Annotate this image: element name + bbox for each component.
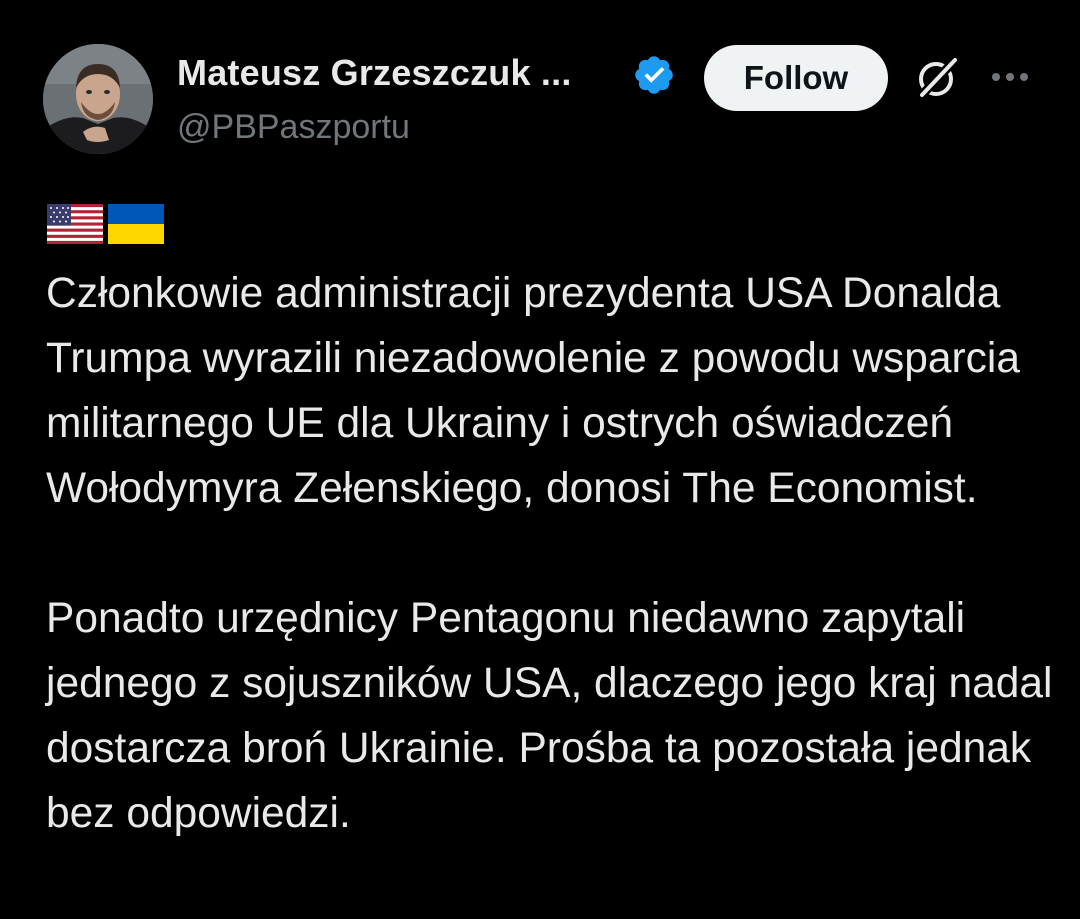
tweet-paragraph-1: Członkowie administracji prezydenta USA …	[46, 270, 1021, 512]
avatar-photo-icon	[43, 44, 153, 154]
tweet-header: Mateusz Grzeszczuk ... @PBPaszportu Foll…	[0, 0, 1080, 170]
more-options-icon[interactable]	[988, 65, 1032, 89]
grok-icon[interactable]	[912, 53, 962, 103]
author-handle[interactable]: @PBPaszportu	[177, 108, 410, 147]
ukraine-flag-icon	[108, 204, 164, 244]
avatar[interactable]	[43, 44, 153, 154]
follow-button[interactable]: Follow	[704, 45, 888, 111]
flag-emojis	[47, 204, 164, 248]
verified-badge-icon	[635, 56, 673, 94]
author-display-name[interactable]: Mateusz Grzeszczuk ...	[177, 52, 572, 94]
tweet-text: Członkowie administracji prezydenta USA …	[46, 261, 1056, 846]
us-flag-icon	[47, 204, 103, 244]
tweet-paragraph-2: Ponadto urzędnicy Pentagonu niedawno zap…	[46, 595, 1053, 837]
